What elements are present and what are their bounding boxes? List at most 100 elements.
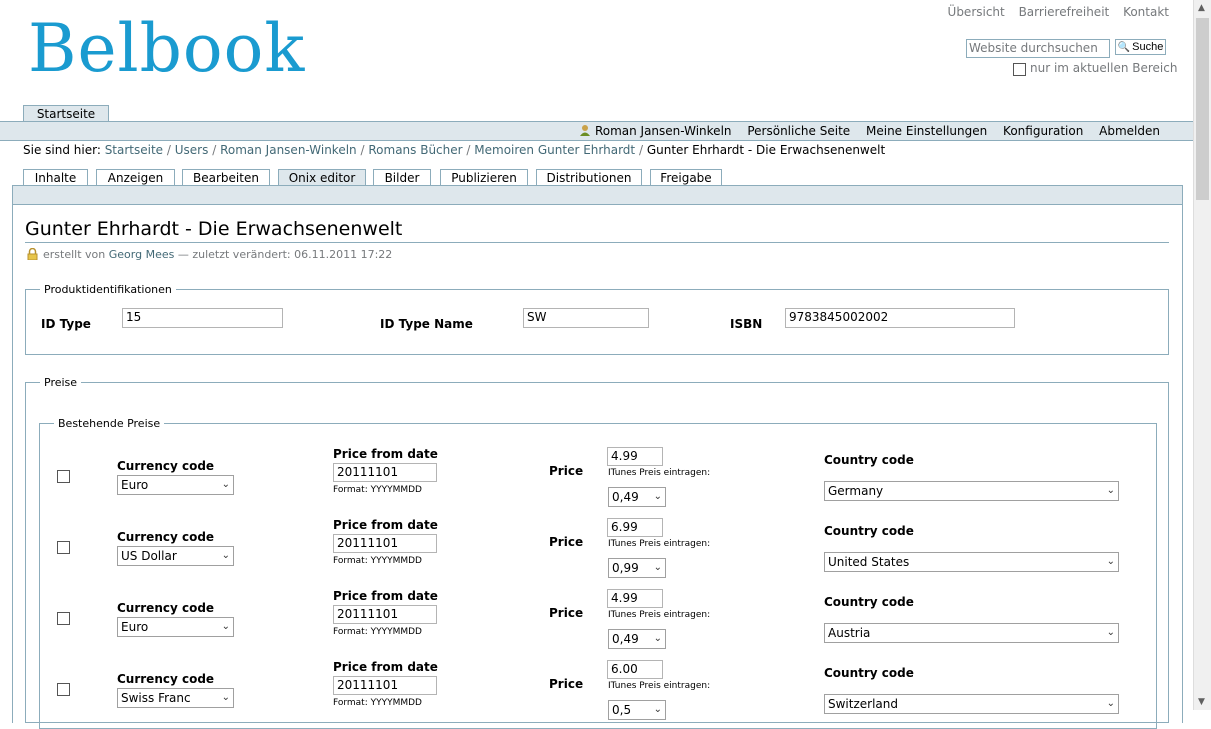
id-type-name-input[interactable]: SW — [523, 308, 649, 328]
price-from-date-label: Price from date — [333, 660, 438, 674]
content-tab-bar — [12, 185, 1183, 205]
currency-code-select[interactable]: Euro ⌄ — [117, 617, 234, 637]
itunes-price-value: 0,5 — [612, 703, 632, 717]
date-format-hint: Format: YYYYMMDD — [333, 556, 422, 566]
personal-page-link[interactable]: Persönliche Seite — [747, 124, 850, 138]
itunes-price-label: ITunes Preis eintragen: — [608, 610, 711, 620]
chevron-down-icon: ⌄ — [653, 491, 662, 502]
itunes-price-select[interactable]: 0,49 ⌄ — [608, 629, 666, 649]
country-code-select[interactable]: Switzerland ⌄ — [824, 694, 1119, 714]
site-action-contact[interactable]: Kontakt — [1123, 5, 1169, 19]
id-type-label: ID Type — [41, 317, 91, 331]
country-code-select[interactable]: Austria ⌄ — [824, 623, 1119, 643]
price-row-checkbox[interactable] — [57, 612, 70, 625]
country-code-value: Austria — [828, 626, 871, 640]
breadcrumb-separator: / — [166, 143, 171, 157]
isbn-input[interactable]: 9783845002002 — [785, 308, 1015, 328]
site-logo[interactable]: Belbook — [28, 10, 305, 87]
price-from-date-label: Price from date — [333, 589, 438, 603]
country-code-label: Country code — [824, 453, 914, 467]
price-from-date-label: Price from date — [333, 518, 438, 532]
price-input[interactable]: 6.99 — [607, 518, 663, 537]
chevron-down-icon: ⌄ — [653, 562, 662, 573]
search-input[interactable]: Website durchsuchen — [966, 39, 1110, 58]
author-link[interactable]: Georg Mees — [109, 248, 175, 261]
scroll-down-icon[interactable]: ▼ — [1198, 697, 1205, 707]
personal-bar: Roman Jansen-Winkeln Persönliche Seite M… — [0, 121, 1193, 141]
currency-code-label: Currency code — [117, 672, 215, 686]
price-from-date-input[interactable]: 20111101 — [333, 676, 437, 695]
currency-code-label: Currency code — [117, 601, 215, 615]
country-code-select[interactable]: United States ⌄ — [824, 552, 1119, 572]
currency-code-select[interactable]: US Dollar ⌄ — [117, 546, 234, 566]
price-input[interactable]: 6.00 — [607, 660, 663, 679]
price-label: Price — [549, 464, 584, 478]
currency-code-value: US Dollar — [121, 549, 177, 563]
vertical-scrollbar[interactable]: ▲ ▼ — [1193, 0, 1211, 710]
breadcrumb-item[interactable]: Users — [175, 143, 209, 157]
configuration-link[interactable]: Konfiguration — [1003, 124, 1083, 138]
product-identification-legend: Produktidentifikationen — [44, 283, 172, 296]
chevron-down-icon: ⌄ — [1106, 698, 1115, 709]
tab-bilder[interactable]: Bilder — [373, 169, 431, 186]
country-code-value: United States — [828, 555, 910, 569]
tab-publizieren[interactable]: Publizieren — [440, 169, 528, 186]
byline-prefix: erstellt von — [43, 248, 106, 261]
breadcrumb-separator: / — [360, 143, 365, 157]
my-settings-link[interactable]: Meine Einstellungen — [866, 124, 987, 138]
scroll-up-icon[interactable]: ▲ — [1198, 3, 1205, 13]
date-format-hint: Format: YYYYMMDD — [333, 698, 422, 708]
breadcrumb-item[interactable]: Roman Jansen-Winkeln — [220, 143, 357, 157]
chevron-down-icon: ⌄ — [221, 479, 230, 490]
currency-code-value: Swiss Franc — [121, 691, 191, 705]
scrollbar-thumb[interactable] — [1196, 18, 1209, 200]
tab-bearbeiten[interactable]: Bearbeiten — [182, 169, 270, 186]
tab-anzeigen[interactable]: Anzeigen — [96, 169, 175, 186]
currency-code-select[interactable]: Swiss Franc ⌄ — [117, 688, 234, 708]
country-code-value: Germany — [828, 484, 884, 498]
itunes-price-value: 0,49 — [612, 632, 639, 646]
country-code-value: Switzerland — [828, 697, 898, 711]
country-code-select[interactable]: Germany ⌄ — [824, 481, 1119, 501]
breadcrumb-item[interactable]: Memoiren Gunter Ehrhardt — [474, 143, 635, 157]
tab-freigabe[interactable]: Freigabe — [650, 169, 722, 186]
itunes-price-label: ITunes Preis eintragen: — [608, 468, 711, 478]
tab-inhalte[interactable]: Inhalte — [23, 169, 88, 186]
price-input[interactable]: 4.99 — [607, 589, 663, 608]
site-action-overview[interactable]: Übersicht — [948, 5, 1005, 19]
breadcrumb-item[interactable]: Romans Bücher — [368, 143, 462, 157]
lock-icon — [27, 248, 38, 260]
breadcrumb-separator: / — [466, 143, 471, 157]
itunes-price-value: 0,99 — [612, 561, 639, 575]
price-row-checkbox[interactable] — [57, 470, 70, 483]
price-row-checkbox[interactable] — [57, 683, 70, 696]
tab-distributionen[interactable]: Distributionen — [536, 169, 642, 186]
site-action-accessibility[interactable]: Barrierefreiheit — [1019, 5, 1110, 19]
user-name-link[interactable]: Roman Jansen-Winkeln — [595, 124, 732, 138]
itunes-price-select[interactable]: 0,99 ⌄ — [608, 558, 666, 578]
search-button[interactable]: 🔍 Suche — [1115, 39, 1166, 55]
search-current-section-checkbox[interactable] — [1013, 63, 1026, 76]
itunes-price-label: ITunes Preis eintragen: — [608, 681, 711, 691]
country-code-label: Country code — [824, 524, 914, 538]
prices-legend: Preise — [44, 376, 78, 389]
byline-modified: — zuletzt verändert: 06.11.2011 17:22 — [177, 248, 393, 261]
price-from-date-input[interactable]: 20111101 — [333, 463, 437, 482]
isbn-label: ISBN — [730, 317, 763, 331]
currency-code-select[interactable]: Euro ⌄ — [117, 475, 234, 495]
price-row-checkbox[interactable] — [57, 541, 70, 554]
breadcrumb-item[interactable]: Startseite — [105, 143, 163, 157]
price-input[interactable]: 4.99 — [607, 447, 663, 466]
price-from-date-input[interactable]: 20111101 — [333, 605, 437, 624]
itunes-price-select[interactable]: 0,5 ⌄ — [608, 700, 666, 720]
chevron-down-icon: ⌄ — [1106, 485, 1115, 496]
site-actions: Übersicht Barrierefreiheit Kontakt — [938, 5, 1169, 19]
itunes-price-select[interactable]: 0,49 ⌄ — [608, 487, 666, 507]
breadcrumb-separator: / — [638, 143, 643, 157]
user-icon — [579, 125, 590, 136]
price-from-date-input[interactable]: 20111101 — [333, 534, 437, 553]
chevron-down-icon: ⌄ — [1106, 627, 1115, 638]
currency-code-label: Currency code — [117, 530, 215, 544]
logout-link[interactable]: Abmelden — [1099, 124, 1160, 138]
id-type-input[interactable]: 15 — [122, 308, 283, 328]
